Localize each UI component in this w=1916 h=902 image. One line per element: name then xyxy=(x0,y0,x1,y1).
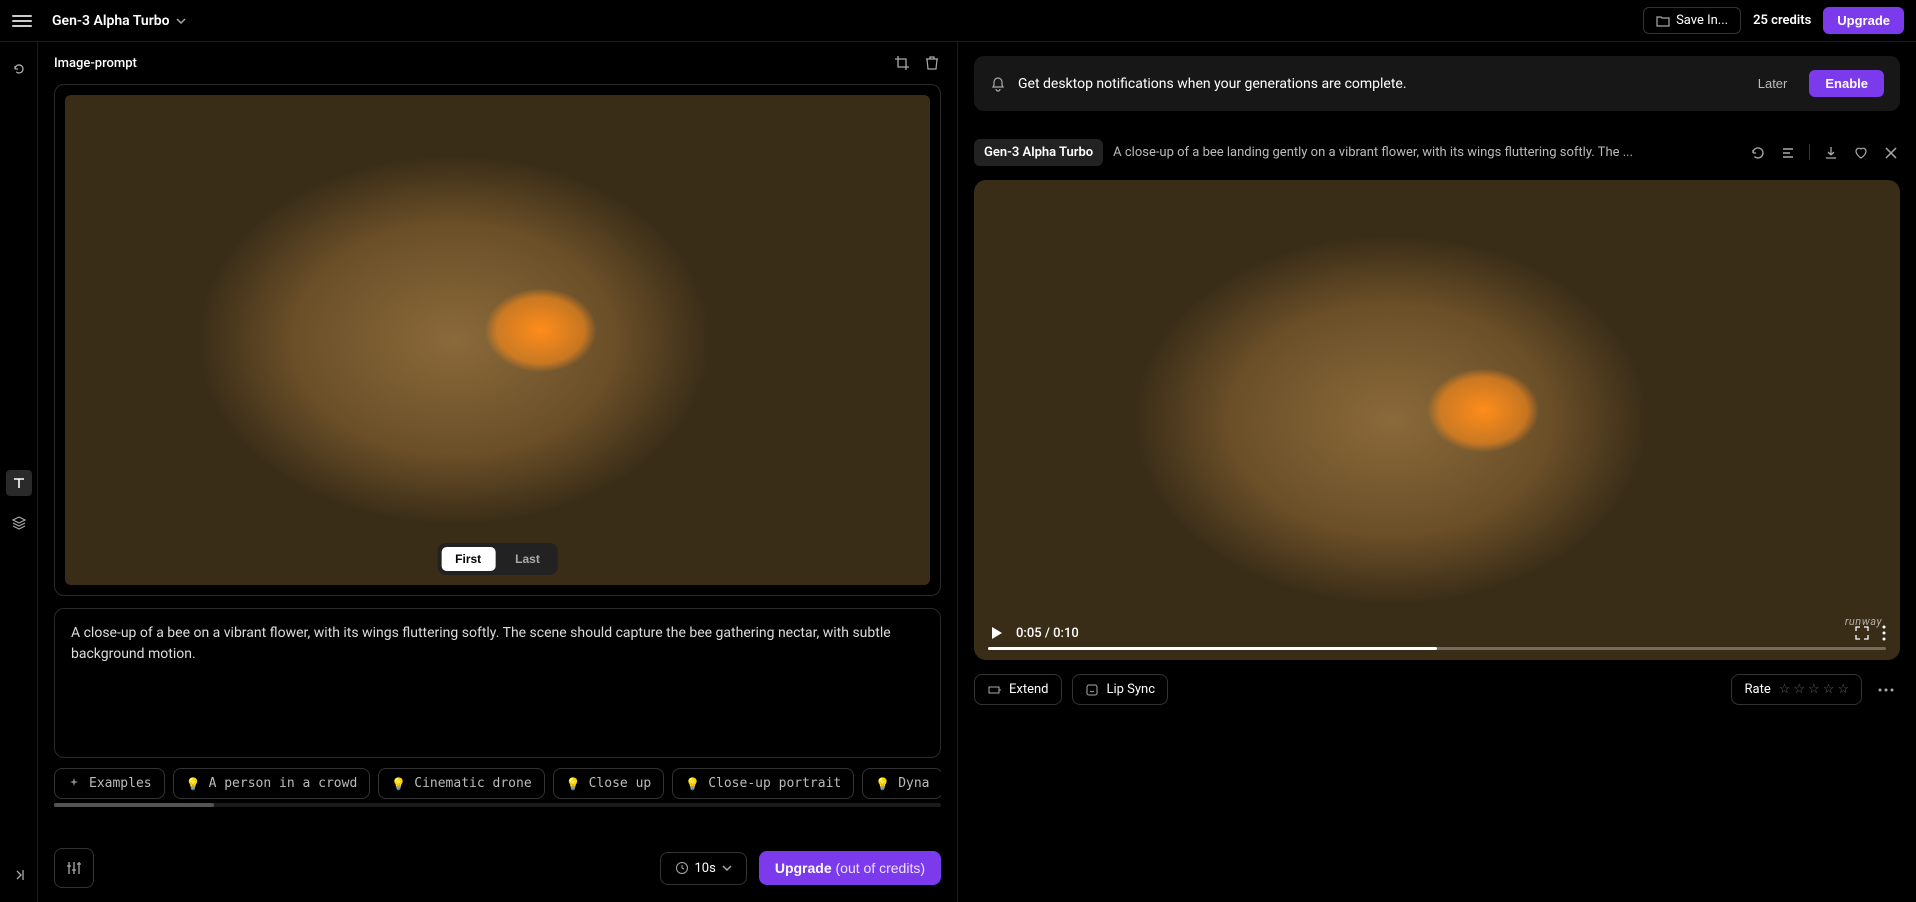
later-button[interactable]: Later xyxy=(1746,70,1800,97)
video-controls: 0:05 / 0:10 xyxy=(974,615,1900,660)
clock-icon xyxy=(675,861,689,875)
collapse-rail-icon[interactable] xyxy=(6,862,32,888)
left-panel: Image-prompt First Last A close-up of a … xyxy=(38,42,958,902)
section-title: Image-prompt xyxy=(54,56,137,71)
regenerate-icon[interactable] xyxy=(1749,144,1767,162)
delete-icon[interactable] xyxy=(923,54,941,72)
image-prompt-area: First Last xyxy=(54,84,941,596)
extend-button[interactable]: Extend xyxy=(974,674,1062,705)
menu-toggle[interactable] xyxy=(12,11,32,31)
frame-toggle: First Last xyxy=(437,543,558,575)
video-player[interactable]: runway 0:05 / 0:10 xyxy=(974,180,1900,660)
sparkle-icon xyxy=(67,777,81,791)
lip-sync-button[interactable]: Lip Sync xyxy=(1072,674,1169,705)
time-display: 0:05 / 0:10 xyxy=(1016,626,1079,641)
notification-text: Get desktop notifications when your gene… xyxy=(1018,76,1407,92)
output-video-frame xyxy=(974,180,1900,660)
chip-scrollbar[interactable] xyxy=(54,803,941,807)
model-name: Gen-3 Alpha Turbo xyxy=(52,13,170,29)
save-in-button[interactable]: Save In... xyxy=(1643,7,1741,34)
suggestion-chip[interactable]: 💡Close-up portrait xyxy=(672,768,854,799)
star-1[interactable]: ☆ xyxy=(1779,682,1791,697)
suggestion-chip[interactable]: 💡A person in a crowd xyxy=(173,768,371,799)
save-in-label: Save In... xyxy=(1676,13,1728,28)
suggestion-chip[interactable]: 💡Cinematic drone xyxy=(378,768,544,799)
bulb-icon: 💡 xyxy=(566,777,581,791)
more-options-button[interactable] xyxy=(1872,682,1900,698)
examples-chip[interactable]: Examples xyxy=(54,768,165,799)
chevron-down-icon xyxy=(722,863,732,873)
suggestion-row: Examples 💡A person in a crowd 💡Cinematic… xyxy=(54,768,941,799)
star-2[interactable]: ☆ xyxy=(1793,682,1805,697)
suggestion-chip[interactable]: 💡Close up xyxy=(553,768,665,799)
crop-icon[interactable] xyxy=(893,54,911,72)
lip-sync-icon xyxy=(1085,683,1099,697)
star-3[interactable]: ☆ xyxy=(1808,682,1820,697)
fullscreen-icon[interactable] xyxy=(1854,625,1870,641)
suggestion-chip[interactable]: 💡Dyna xyxy=(862,768,941,799)
output-model-pill: Gen-3 Alpha Turbo xyxy=(974,139,1103,166)
prompt-textarea[interactable]: A close-up of a bee on a vibrant flower,… xyxy=(54,608,941,758)
text-tool-icon[interactable] xyxy=(6,470,32,496)
video-more-icon[interactable] xyxy=(1882,625,1886,641)
duration-label: 10s xyxy=(695,861,716,876)
upgrade-button[interactable]: Upgrade xyxy=(1823,7,1904,34)
first-frame-button[interactable]: First xyxy=(441,547,495,571)
sliders-icon xyxy=(65,859,83,877)
right-panel: Get desktop notifications when your gene… xyxy=(958,42,1916,902)
bulb-icon: 💡 xyxy=(186,777,201,791)
extend-icon xyxy=(987,683,1001,697)
bell-icon xyxy=(990,76,1006,92)
credits-count: 25 credits xyxy=(1753,13,1811,28)
close-icon[interactable] xyxy=(1882,144,1900,162)
star-4[interactable]: ☆ xyxy=(1823,682,1835,697)
chevron-down-icon xyxy=(176,16,186,26)
output-header: Gen-3 Alpha Turbo A close-up of a bee la… xyxy=(974,139,1900,166)
notification-banner: Get desktop notifications when your gene… xyxy=(974,56,1900,111)
left-rail xyxy=(0,42,38,902)
last-frame-button[interactable]: Last xyxy=(501,547,554,571)
generate-button[interactable]: Upgrade (out of credits) xyxy=(759,851,941,885)
rate-widget: Rate ☆ ☆ ☆ ☆ ☆ xyxy=(1731,674,1862,705)
download-icon[interactable] xyxy=(1822,144,1840,162)
play-button[interactable] xyxy=(988,625,1004,641)
progress-bar[interactable] xyxy=(988,647,1886,650)
duration-selector[interactable]: 10s xyxy=(660,852,747,885)
input-image[interactable]: First Last xyxy=(65,95,930,585)
layers-icon[interactable] xyxy=(6,510,32,536)
favorite-icon[interactable] xyxy=(1852,144,1870,162)
generation-settings-button[interactable] xyxy=(54,848,94,888)
divider xyxy=(1809,144,1810,160)
undo-icon[interactable] xyxy=(6,56,32,82)
topbar: Gen-3 Alpha Turbo Save In... 25 credits … xyxy=(0,0,1916,42)
folder-icon xyxy=(1656,14,1670,28)
bulb-icon: 💡 xyxy=(391,777,406,791)
output-prompt-text: A close-up of a bee landing gently on a … xyxy=(1113,145,1739,160)
enable-button[interactable]: Enable xyxy=(1809,70,1884,97)
bulb-icon: 💡 xyxy=(685,777,700,791)
star-5[interactable]: ☆ xyxy=(1837,682,1849,697)
queue-icon[interactable] xyxy=(1779,144,1797,162)
rate-label: Rate xyxy=(1744,682,1770,697)
model-selector[interactable]: Gen-3 Alpha Turbo xyxy=(52,13,186,29)
bulb-icon: 💡 xyxy=(875,777,890,791)
